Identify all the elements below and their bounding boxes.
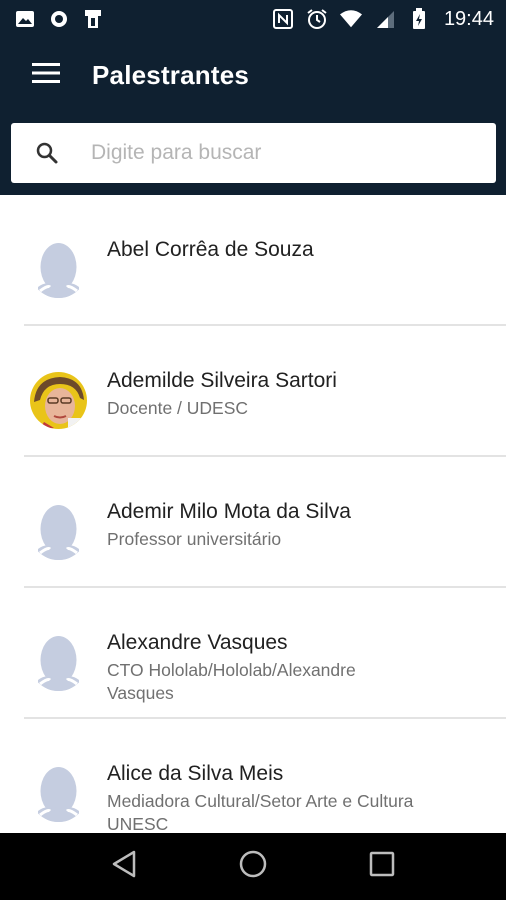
avatar-placeholder-icon bbox=[30, 241, 87, 298]
menu-button[interactable] bbox=[0, 38, 92, 113]
avatar-placeholder-icon bbox=[30, 634, 87, 691]
page-title: Palestrantes bbox=[92, 60, 250, 90]
status-bar: 19:44 bbox=[0, 0, 506, 38]
status-time: 19:44 bbox=[443, 7, 494, 30]
speakers-list: Abel Corrêa de Souza Ademilde Silveira S… bbox=[0, 195, 506, 833]
circle-icon bbox=[48, 8, 70, 30]
search-box[interactable] bbox=[11, 123, 496, 183]
list-item[interactable]: Alexandre Vasques CTO Hololab/Hololab/Al… bbox=[0, 588, 506, 719]
back-button[interactable] bbox=[94, 837, 154, 897]
system-nav-bar bbox=[0, 833, 506, 900]
avatar bbox=[30, 372, 87, 429]
home-button[interactable] bbox=[223, 837, 283, 897]
speaker-role: Docente / UDESC bbox=[107, 398, 249, 418]
recents-icon bbox=[369, 851, 395, 882]
speaker-name: Alice da Silva Meis bbox=[107, 762, 284, 785]
status-left bbox=[14, 8, 104, 30]
avatar-placeholder-icon bbox=[30, 503, 87, 560]
avatar bbox=[30, 503, 87, 560]
speaker-name: Alexandre Vasques bbox=[107, 631, 288, 654]
speaker-name: Ademilde Silveira Sartori bbox=[107, 369, 337, 392]
speaker-role: CTO Hololab/Hololab/Alexandre Vasques bbox=[107, 660, 356, 703]
list-item-text: Abel Corrêa de Souza bbox=[107, 237, 427, 266]
nfc-icon bbox=[272, 8, 294, 30]
speaker-name: Ademir Milo Mota da Silva bbox=[107, 500, 351, 523]
list-item[interactable]: Abel Corrêa de Souza bbox=[0, 195, 506, 326]
speaker-role: Professor universitário bbox=[107, 529, 282, 549]
wifi-icon bbox=[339, 8, 362, 30]
list-item-text: Ademilde Silveira Sartori Docente / UDES… bbox=[107, 368, 427, 420]
menu-icon bbox=[32, 63, 60, 88]
signal-icon bbox=[374, 8, 396, 30]
search-input[interactable] bbox=[91, 141, 471, 165]
speaker-name: Abel Corrêa de Souza bbox=[107, 238, 314, 261]
avatar bbox=[30, 634, 87, 691]
home-icon bbox=[238, 849, 268, 884]
list-item-text: Ademir Milo Mota da Silva Professor univ… bbox=[107, 499, 427, 551]
list-item[interactable]: Ademir Milo Mota da Silva Professor univ… bbox=[0, 457, 506, 588]
search-icon bbox=[35, 139, 63, 167]
avatar bbox=[30, 241, 87, 298]
avatar bbox=[30, 765, 87, 822]
list-item[interactable]: Ademilde Silveira Sartori Docente / UDES… bbox=[0, 326, 506, 457]
phone-icon bbox=[82, 8, 104, 30]
search-bar-container bbox=[0, 113, 506, 195]
image-icon bbox=[14, 8, 36, 30]
avatar-placeholder-icon bbox=[30, 765, 87, 822]
status-right: 19:44 bbox=[272, 8, 494, 31]
list-item[interactable]: Alice da Silva Meis Mediadora Cultural/S… bbox=[0, 719, 506, 833]
back-icon bbox=[111, 850, 137, 883]
alarm-icon bbox=[306, 8, 328, 30]
recents-button[interactable] bbox=[352, 837, 412, 897]
app-bar: Palestrantes bbox=[0, 38, 506, 113]
battery-icon bbox=[408, 8, 430, 30]
speaker-photo-icon bbox=[30, 372, 87, 429]
speaker-role: Mediadora Cultural/Setor Arte e Cultura … bbox=[107, 791, 414, 833]
list-item-text: Alexandre Vasques CTO Hololab/Hololab/Al… bbox=[107, 630, 427, 705]
list-item-text: Alice da Silva Meis Mediadora Cultural/S… bbox=[107, 761, 427, 833]
